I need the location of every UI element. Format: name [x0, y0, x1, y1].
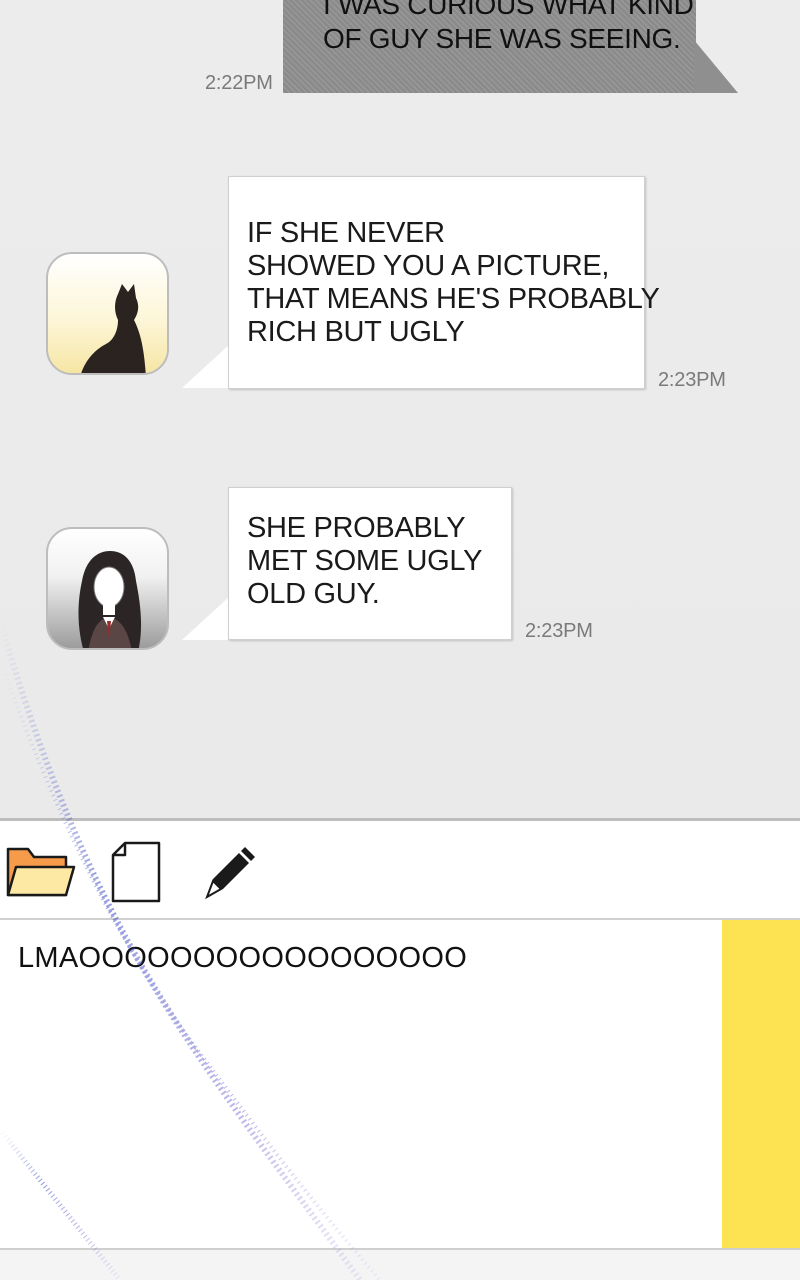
composer-toolbar — [0, 818, 800, 918]
file-icon — [111, 841, 161, 903]
girl-portrait-icon — [78, 551, 142, 648]
message-bubble-incoming: IF SHE NEVER SHOWED YOU A PICTURE, THAT … — [228, 176, 660, 389]
folder-button[interactable] — [4, 839, 76, 903]
bubble-tail — [182, 596, 230, 640]
message-bubble-incoming: SHE PROBABLY MET SOME UGLY OLD GUY. — [228, 487, 512, 640]
folder-icon — [6, 847, 76, 897]
message-input[interactable]: LMAOOOOOOOOOOOOOOOOO — [18, 942, 708, 1242]
message-timestamp: 2:22PM — [205, 72, 273, 94]
message-line: SHE PROBABLY — [247, 512, 466, 544]
cat-silhouette-icon — [81, 284, 146, 373]
chat-screen: I WAS CURIOUS WHAT KIND OF GUY SHE WAS S… — [0, 0, 800, 1280]
pencil-icon — [205, 847, 255, 900]
message-timestamp: 2:23PM — [525, 620, 593, 642]
message-list[interactable]: I WAS CURIOUS WHAT KIND OF GUY SHE WAS S… — [0, 0, 800, 818]
bubble-tail — [182, 344, 230, 388]
bottom-bar — [0, 1248, 800, 1280]
cat-avatar[interactable] — [46, 252, 169, 375]
composer: LMAOOOOOOOOOOOOOOOOO — [0, 918, 800, 1280]
message-line: OLD GUY. — [247, 578, 380, 610]
message-line: MET SOME UGLY — [247, 545, 483, 577]
send-button[interactable] — [722, 920, 800, 1250]
message-timestamp: 2:23PM — [658, 369, 726, 391]
message-line: I WAS CURIOUS WHAT KIND — [323, 0, 694, 20]
girl-avatar[interactable] — [46, 527, 169, 650]
message-line: IF SHE NEVER — [247, 217, 445, 249]
attach-file-button[interactable] — [105, 839, 177, 903]
message-line: RICH BUT UGLY — [247, 316, 465, 348]
pencil-button[interactable] — [195, 839, 267, 903]
message-line: THAT MEANS HE'S PROBABLY — [247, 283, 660, 315]
message-line: SHOWED YOU A PICTURE, — [247, 250, 610, 282]
message-line: OF GUY SHE WAS SEEING. — [323, 23, 681, 54]
message-bubble-outgoing: I WAS CURIOUS WHAT KIND OF GUY SHE WAS S… — [283, 0, 696, 93]
bubble-tail — [694, 40, 738, 93]
